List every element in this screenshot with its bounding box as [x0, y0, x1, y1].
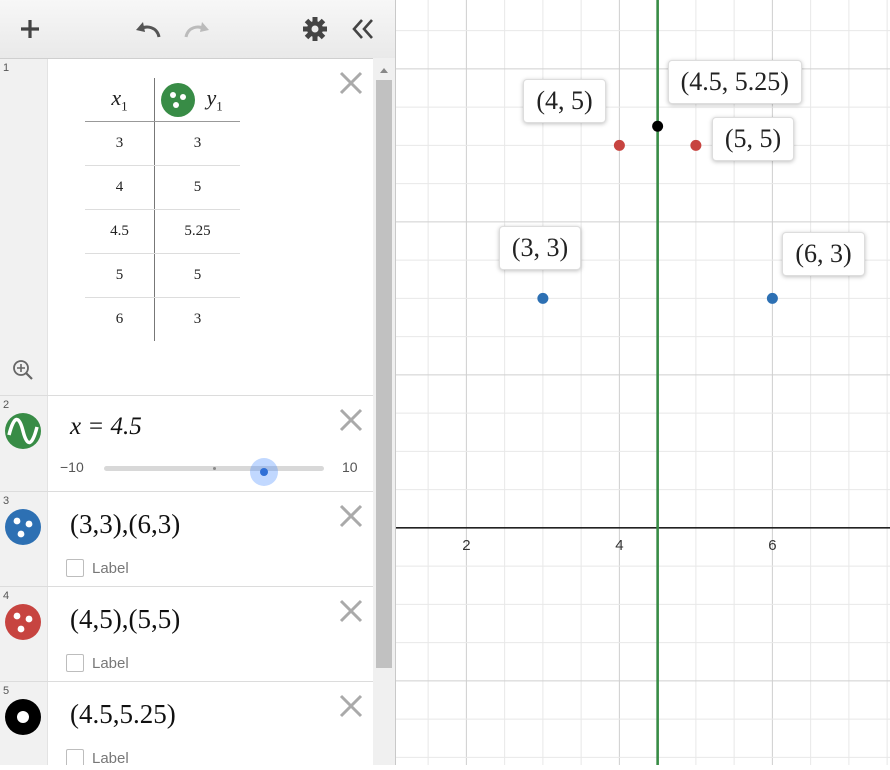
- graph-paper[interactable]: 2468642-2: [312, 0, 890, 765]
- expression-4-latex[interactable]: (4,5),(5,5): [70, 604, 180, 635]
- blue-points-icon[interactable]: [5, 509, 41, 545]
- expression-gutter: 1: [0, 59, 48, 395]
- delete-expression-3-icon[interactable]: [337, 502, 365, 530]
- expression-1-table[interactable]: 1 x1 y1 33 45 4.5 5.25 55 63: [0, 59, 373, 396]
- expression-list-scrollbar[interactable]: [373, 58, 395, 765]
- table-row: 45: [85, 165, 240, 210]
- x-tick-label: 4: [615, 537, 623, 554]
- redo-icon[interactable]: [180, 12, 214, 46]
- expression-number: 3: [3, 495, 10, 507]
- table-header-x[interactable]: x1: [85, 78, 155, 122]
- gear-icon[interactable]: [298, 12, 332, 46]
- table-cell[interactable]: 5: [154, 165, 240, 210]
- point-label-callout[interactable]: (6, 3): [782, 232, 865, 277]
- point-red: [690, 139, 702, 151]
- zoom-fit-icon[interactable]: [12, 359, 34, 381]
- double-chevron-left-icon[interactable]: [346, 12, 380, 46]
- table-cell[interactable]: 5: [154, 253, 240, 298]
- point-blue: [766, 292, 778, 304]
- expression-2-line[interactable]: 2 x = 4.5: [0, 396, 373, 492]
- table-header-y[interactable]: y1: [154, 78, 240, 122]
- point-label-callout[interactable]: (4.5, 5.25): [667, 60, 802, 105]
- expression-number: 1: [3, 62, 10, 74]
- table-row: 33: [85, 121, 240, 166]
- table-row: 55: [85, 253, 240, 298]
- delete-expression-2-icon[interactable]: [337, 406, 365, 434]
- expression-toolbar: [0, 0, 395, 59]
- table-cell[interactable]: 4: [85, 165, 155, 210]
- expression-number: 5: [3, 685, 10, 697]
- x-tick-label: 2: [462, 537, 470, 554]
- slider-track[interactable]: [104, 466, 324, 471]
- undo-icon[interactable]: [131, 12, 165, 46]
- scroll-up-arrow-icon[interactable]: [373, 62, 395, 78]
- expression-4-points[interactable]: 4 (4,5),(5,5) Label: [0, 587, 373, 682]
- delete-expression-4-icon[interactable]: [337, 597, 365, 625]
- table-cell[interactable]: 5.25: [154, 209, 240, 254]
- expression-5-point[interactable]: 5 (4.5,5.25) Label: [0, 682, 373, 765]
- expression-5-latex[interactable]: (4.5,5.25): [70, 699, 176, 730]
- graph-canvas[interactable]: 2468642-2: [312, 0, 890, 765]
- table-cell[interactable]: 4.5: [85, 209, 155, 254]
- point-blue: [537, 292, 549, 304]
- label-checkbox-text: Label: [92, 559, 129, 577]
- point-black: [652, 120, 664, 132]
- label-checkbox[interactable]: [66, 559, 84, 577]
- green-points-icon[interactable]: [161, 82, 195, 117]
- values-table: x1 y1 33 45 4.5 5.25 55 63: [85, 78, 240, 341]
- plus-icon[interactable]: [13, 12, 47, 46]
- black-point-icon[interactable]: [5, 699, 41, 735]
- scroll-thumb[interactable]: [376, 80, 392, 668]
- expression-3-points[interactable]: 3 (3,3),(6,3) Label: [0, 492, 373, 587]
- point-label-callout[interactable]: (3, 3): [498, 226, 582, 271]
- label-checkbox-text: Label: [92, 749, 129, 766]
- table-cell[interactable]: 3: [155, 298, 241, 342]
- x-tick-label: 6: [768, 537, 776, 554]
- expression-2-latex[interactable]: x = 4.5: [70, 413, 142, 441]
- table-cell[interactable]: 6: [85, 297, 155, 341]
- delete-expression-1-icon[interactable]: [337, 69, 365, 97]
- table-cell[interactable]: 3: [154, 121, 240, 166]
- delete-expression-5-icon[interactable]: [337, 692, 365, 720]
- expression-number: 2: [3, 399, 10, 411]
- slider-min-label[interactable]: −10: [60, 459, 84, 475]
- point-red: [613, 139, 625, 151]
- slider-max-label[interactable]: 10: [342, 459, 358, 475]
- label-toggle[interactable]: Label: [66, 749, 129, 765]
- expression-3-latex[interactable]: (3,3),(6,3): [70, 509, 180, 540]
- table-cell[interactable]: 3: [85, 121, 155, 166]
- expression-list: 1 x1 y1 33 45 4.5 5.25 55 63 2 x = 4.5 −…: [0, 0, 396, 765]
- slider-handle[interactable]: [249, 458, 278, 486]
- label-toggle[interactable]: Label: [66, 654, 129, 672]
- table-cell[interactable]: 5: [85, 253, 155, 298]
- label-checkbox-text: Label: [92, 654, 129, 672]
- table-row: 4.5 5.25: [85, 209, 240, 254]
- label-toggle[interactable]: Label: [66, 559, 129, 577]
- point-label-callout[interactable]: (5, 5): [711, 117, 795, 162]
- table-row: 63: [85, 297, 241, 342]
- red-points-icon[interactable]: [5, 604, 41, 640]
- green-wave-icon[interactable]: [5, 413, 41, 449]
- label-checkbox[interactable]: [66, 654, 84, 672]
- point-label-callout[interactable]: (4, 5): [523, 79, 606, 124]
- expression-number: 4: [3, 590, 10, 602]
- label-checkbox[interactable]: [66, 749, 84, 765]
